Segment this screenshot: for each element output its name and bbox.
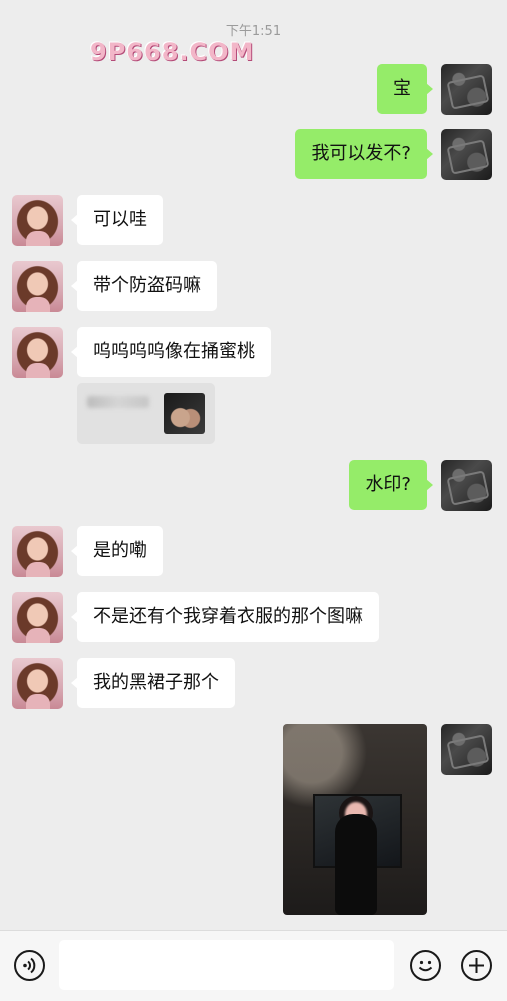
message-bubble-in[interactable]: 可以哇 (71, 195, 163, 245)
contact-avatar[interactable] (12, 658, 63, 709)
timestamp: 下午1:51 (225, 24, 282, 39)
message-bubble-in[interactable]: 带个防盗码嘛 (71, 261, 217, 311)
contact-avatar[interactable] (12, 261, 63, 312)
watermark-logo: 9P668.COM (90, 38, 255, 66)
message-bubble-out[interactable]: 宝 (377, 64, 433, 114)
message-bubble-in[interactable]: 我的黑裙子那个 (71, 658, 235, 708)
my-avatar[interactable] (441, 724, 492, 775)
message-bubble-in[interactable]: 是的嘞 (71, 526, 163, 576)
message-bubble-out[interactable]: 水印? (349, 460, 433, 510)
voice-icon-glyph (23, 957, 36, 974)
voice-icon[interactable] (14, 950, 45, 981)
quoted-message[interactable] (77, 383, 215, 444)
emoji-icon[interactable] (410, 950, 441, 981)
input-bar (0, 930, 507, 1001)
message-bubble-out[interactable]: 我可以发不? (295, 129, 433, 179)
contact-avatar[interactable] (12, 195, 63, 246)
contact-avatar[interactable] (12, 526, 63, 577)
plus-icon-glyph (469, 958, 484, 973)
message-input[interactable] (59, 940, 394, 990)
message-bubble-in[interactable]: 呜呜呜呜像在捅蜜桃 (71, 327, 271, 377)
my-avatar[interactable] (441, 129, 492, 180)
quoted-image-thumbnail[interactable] (164, 393, 205, 434)
photo-person (335, 814, 377, 915)
contact-avatar[interactable] (12, 592, 63, 643)
chat-area[interactable]: 下午1:51 9P668.COM 宝 我可以发不? 可以哇 带个防盗码嘛 呜呜呜… (0, 0, 507, 930)
my-avatar[interactable] (441, 460, 492, 511)
my-avatar[interactable] (441, 64, 492, 115)
contact-avatar[interactable] (12, 327, 63, 378)
quoted-text-blurred (87, 396, 149, 408)
message-bubble-in[interactable]: 不是还有个我穿着衣服的那个图嘛 (71, 592, 379, 642)
plus-icon[interactable] (461, 950, 492, 981)
image-message[interactable] (283, 724, 427, 915)
emoji-icon-glyph (418, 960, 433, 972)
